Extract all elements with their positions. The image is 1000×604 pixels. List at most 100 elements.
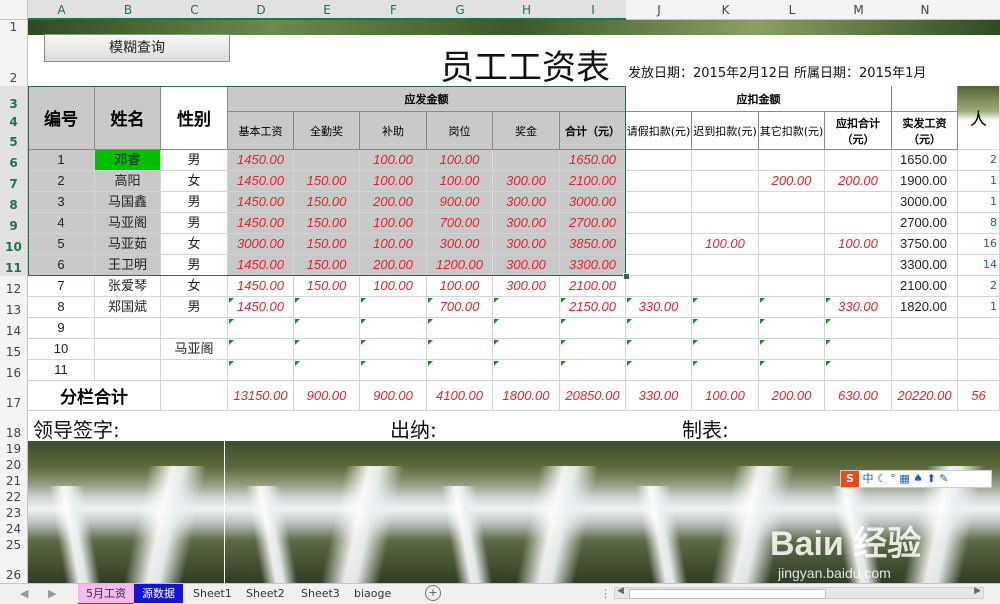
row-header-13[interactable]: 13 bbox=[0, 297, 28, 318]
cell-attend-10[interactable] bbox=[294, 339, 360, 360]
cell-dsum-2[interactable]: 200.00 bbox=[825, 171, 892, 192]
cell-id-1[interactable]: 1 bbox=[28, 150, 95, 171]
cell-name-7[interactable]: 张爱琴 bbox=[95, 276, 161, 297]
cell-dsum-1[interactable] bbox=[825, 150, 892, 171]
cell-id-3[interactable]: 3 bbox=[28, 192, 95, 213]
subtotal-net[interactable]: 20220.00 bbox=[892, 381, 958, 411]
subtotal-gender[interactable] bbox=[161, 381, 228, 411]
cell-late-6[interactable] bbox=[692, 255, 759, 276]
cell-other-11[interactable] bbox=[759, 360, 825, 381]
row-header-24[interactable]: 24 bbox=[0, 521, 28, 537]
cell-base-4[interactable]: 1450.00 bbox=[228, 213, 294, 234]
cell-dsum-4[interactable] bbox=[825, 213, 892, 234]
cell-attend-4[interactable]: 150.00 bbox=[294, 213, 360, 234]
cell-other-5[interactable] bbox=[759, 234, 825, 255]
cell-name-5[interactable]: 马亚茹 bbox=[95, 234, 161, 255]
header-deduct-0[interactable]: 请假扣款(元) bbox=[626, 112, 692, 150]
header-payable-3[interactable]: 岗位 bbox=[427, 112, 493, 150]
cell-bonus-9[interactable] bbox=[493, 318, 560, 339]
cell-net-3[interactable]: 3000.00 bbox=[892, 192, 958, 213]
cell-dsum-9[interactable] bbox=[825, 318, 892, 339]
cell-name-3[interactable]: 马国鑫 bbox=[95, 192, 161, 213]
cell-post-7[interactable]: 100.00 bbox=[427, 276, 493, 297]
cell-other-8[interactable] bbox=[759, 297, 825, 318]
cell-late-5[interactable]: 100.00 bbox=[692, 234, 759, 255]
row-header-23[interactable]: 23 bbox=[0, 505, 28, 521]
cell-leave-7[interactable] bbox=[626, 276, 692, 297]
scroll-left-arrow-icon[interactable]: ◀ bbox=[617, 586, 624, 596]
tab-scroll-right-icon[interactable]: ▶ bbox=[48, 587, 56, 600]
cell-gender-3[interactable]: 男 bbox=[161, 192, 228, 213]
row-header-2[interactable]: 2 bbox=[0, 35, 28, 86]
fuzzy-search-button[interactable]: 模糊查询 bbox=[44, 34, 230, 62]
header-payable-0[interactable]: 基本工资 bbox=[228, 112, 294, 150]
cell-late-4[interactable] bbox=[692, 213, 759, 234]
tab-options-icon[interactable]: ⋮ bbox=[600, 587, 611, 600]
cell-post-2[interactable]: 100.00 bbox=[427, 171, 493, 192]
header-payable-group[interactable]: 应发金额 bbox=[228, 86, 626, 112]
cell-gender-6[interactable]: 男 bbox=[161, 255, 228, 276]
cell-base-11[interactable] bbox=[228, 360, 294, 381]
column-header-i[interactable]: I bbox=[560, 0, 626, 20]
row-header-25[interactable]: 25 bbox=[0, 537, 28, 553]
cell-net-2[interactable]: 1900.00 bbox=[892, 171, 958, 192]
tab-scroll-left-icon[interactable]: ◀ bbox=[20, 587, 28, 600]
cell-name-11[interactable] bbox=[95, 360, 161, 381]
cell-gender-2[interactable]: 女 bbox=[161, 171, 228, 192]
cell-total-2[interactable]: 2100.00 bbox=[560, 171, 626, 192]
cell-post-8[interactable]: 700.00 bbox=[427, 297, 493, 318]
cell-allow-2[interactable]: 100.00 bbox=[360, 171, 427, 192]
header-gender[interactable]: 性别 bbox=[161, 86, 228, 150]
subtotal-attend[interactable]: 900.00 bbox=[294, 381, 360, 411]
row-header-26[interactable]: 26 bbox=[0, 553, 28, 583]
cell-leave-5[interactable] bbox=[626, 234, 692, 255]
cell-net-10[interactable] bbox=[892, 339, 958, 360]
cell-name-4[interactable]: 马亚阁 bbox=[95, 213, 161, 234]
row-header-20[interactable]: 20 bbox=[0, 457, 28, 473]
row-header-1[interactable]: 1 bbox=[0, 20, 28, 35]
cell-id-6[interactable]: 6 bbox=[28, 255, 95, 276]
row-header-3[interactable]: 3 bbox=[0, 86, 28, 112]
cell-dsum-11[interactable] bbox=[825, 360, 892, 381]
cell-leave-2[interactable] bbox=[626, 171, 692, 192]
cell-total-1[interactable]: 1650.00 bbox=[560, 150, 626, 171]
cell-gender-10[interactable]: 马亚阁 bbox=[161, 339, 228, 360]
cell-total-4[interactable]: 2700.00 bbox=[560, 213, 626, 234]
cell-leave-4[interactable] bbox=[626, 213, 692, 234]
cell-o-4[interactable]: 8 bbox=[958, 213, 1000, 234]
cell-id-2[interactable]: 2 bbox=[28, 171, 95, 192]
cell-post-6[interactable]: 1200.00 bbox=[427, 255, 493, 276]
header-deduct-1[interactable]: 迟到扣款(元) bbox=[692, 112, 759, 150]
cell-bonus-2[interactable]: 300.00 bbox=[493, 171, 560, 192]
row-header-7[interactable]: 7 bbox=[0, 171, 28, 192]
cell-name-6[interactable]: 王卫明 bbox=[95, 255, 161, 276]
cell-late-9[interactable] bbox=[692, 318, 759, 339]
header-name[interactable]: 姓名 bbox=[95, 86, 161, 150]
cell-o-3[interactable]: 1 bbox=[958, 192, 1000, 213]
cell-o-1[interactable]: 2 bbox=[958, 150, 1000, 171]
cell-other-10[interactable] bbox=[759, 339, 825, 360]
cell-late-8[interactable] bbox=[692, 297, 759, 318]
cell-base-9[interactable] bbox=[228, 318, 294, 339]
cell-late-2[interactable] bbox=[692, 171, 759, 192]
cell-base-10[interactable] bbox=[228, 339, 294, 360]
cell-id-11[interactable]: 11 bbox=[28, 360, 95, 381]
subtotal-post[interactable]: 4100.00 bbox=[427, 381, 493, 411]
column-header-l[interactable]: L bbox=[759, 0, 825, 20]
cell-bonus-4[interactable]: 300.00 bbox=[493, 213, 560, 234]
cell-attend-5[interactable]: 150.00 bbox=[294, 234, 360, 255]
cell-allow-10[interactable] bbox=[360, 339, 427, 360]
cell-dsum-3[interactable] bbox=[825, 192, 892, 213]
column-header-h[interactable]: H bbox=[493, 0, 560, 20]
cell-post-1[interactable]: 100.00 bbox=[427, 150, 493, 171]
cell-attend-8[interactable] bbox=[294, 297, 360, 318]
header-payable-1[interactable]: 全勤奖 bbox=[294, 112, 360, 150]
sheet-tab-5[interactable]: biaoge bbox=[346, 584, 399, 603]
cell-id-10[interactable]: 10 bbox=[28, 339, 95, 360]
row-header-14[interactable]: 14 bbox=[0, 318, 28, 339]
column-header-overflow[interactable] bbox=[958, 0, 1000, 20]
cell-post-3[interactable]: 900.00 bbox=[427, 192, 493, 213]
cell-net-5[interactable]: 3750.00 bbox=[892, 234, 958, 255]
cell-net-1[interactable]: 1650.00 bbox=[892, 150, 958, 171]
cell-post-4[interactable]: 700.00 bbox=[427, 213, 493, 234]
